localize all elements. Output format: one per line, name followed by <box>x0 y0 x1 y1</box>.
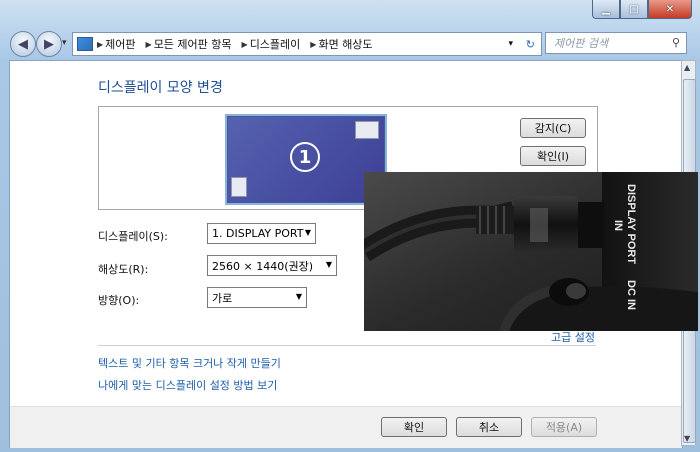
divider <box>98 345 596 346</box>
display-select[interactable]: 1. DISPLAY PORT ▼ <box>207 223 316 244</box>
breadcrumb-screen-resolution[interactable]: 화면 해상도 <box>318 36 372 52</box>
desktop-icon <box>231 177 247 197</box>
display-label: 디스플레이(S): <box>98 230 168 243</box>
control-panel-icon <box>77 37 93 51</box>
breadcrumb-display[interactable]: 디스플레이 <box>250 36 301 52</box>
chevron-down-icon: ▼ <box>304 228 311 237</box>
control-panel-window: ▁ □ ✕ ◀ ▶ ▾ ▶ 제어판 ▶ 모든 제어판 항목 ▶ 디스플레이 ▶ … <box>0 0 700 452</box>
dc-in-label: DC IN <box>625 280 637 310</box>
ok-button[interactable]: 확인 <box>381 417 447 437</box>
advanced-settings-link[interactable]: 고급 설정 <box>551 329 595 345</box>
button-bar: 확인 취소 적용(A) <box>10 406 682 448</box>
page-title: 디스플레이 모양 변경 <box>98 80 223 96</box>
chevron-down-icon: ▼ <box>295 292 302 301</box>
identify-button[interactable]: 확인(I) <box>520 146 586 166</box>
address-bar[interactable]: ▶ 제어판 ▶ 모든 제어판 항목 ▶ 디스플레이 ▶ 화면 해상도 ▾ ↻ <box>72 32 542 56</box>
orientation-label: 방향(O): <box>98 294 140 307</box>
maximize-button[interactable]: □ <box>620 0 648 19</box>
display-help-link[interactable]: 나에게 맞는 디스플레이 설정 방법 보기 <box>98 377 277 393</box>
address-dropdown-icon[interactable]: ▾ <box>508 39 513 49</box>
monitor-1[interactable]: 1 <box>225 114 387 205</box>
window-thumbnail-icon <box>355 121 379 139</box>
monitor-number: 1 <box>290 142 320 172</box>
display-port-label: DISPLAY PORT <box>625 184 637 264</box>
detect-button[interactable]: 감지(C) <box>520 118 586 138</box>
resolution-label: 해상도(R): <box>98 263 149 276</box>
scroll-up-icon[interactable]: ▲ <box>684 63 690 72</box>
breadcrumb-control-panel[interactable]: 제어판 <box>105 36 135 52</box>
apply-button[interactable]: 적용(A) <box>531 417 597 437</box>
text-size-link[interactable]: 텍스트 및 기타 항목 크거나 작게 만들기 <box>98 355 281 371</box>
refresh-icon[interactable]: ↻ <box>526 38 535 51</box>
chevron-down-icon: ▼ <box>325 260 332 269</box>
scroll-down-icon[interactable]: ▼ <box>684 434 690 443</box>
close-button[interactable]: ✕ <box>648 0 692 19</box>
orientation-select[interactable]: 가로 ▼ <box>207 287 307 308</box>
in-label: IN <box>612 220 624 231</box>
caption-buttons: ▁ □ ✕ <box>592 0 692 19</box>
search-input[interactable]: 제어판 검색 ⚲ <box>545 32 687 54</box>
minimize-button[interactable]: ▁ <box>592 0 620 19</box>
cable-photo: DISPLAY PORT IN DC IN <box>364 172 698 331</box>
navigation-bar: ◀ ▶ ▾ ▶ 제어판 ▶ 모든 제어판 항목 ▶ 디스플레이 ▶ 화면 해상도… <box>0 28 700 58</box>
search-icon: ⚲ <box>671 36 680 49</box>
recent-pages-dropdown[interactable]: ▾ <box>62 38 67 48</box>
breadcrumb-all-items[interactable]: 모든 제어판 항목 <box>154 36 232 52</box>
resolution-select[interactable]: 2560 × 1440(권장) ▼ <box>207 255 337 276</box>
forward-button[interactable]: ▶ <box>36 31 62 57</box>
display-port-cable-image: DISPLAY PORT IN DC IN <box>364 172 698 331</box>
back-button[interactable]: ◀ <box>10 31 36 57</box>
cancel-button[interactable]: 취소 <box>456 417 522 437</box>
